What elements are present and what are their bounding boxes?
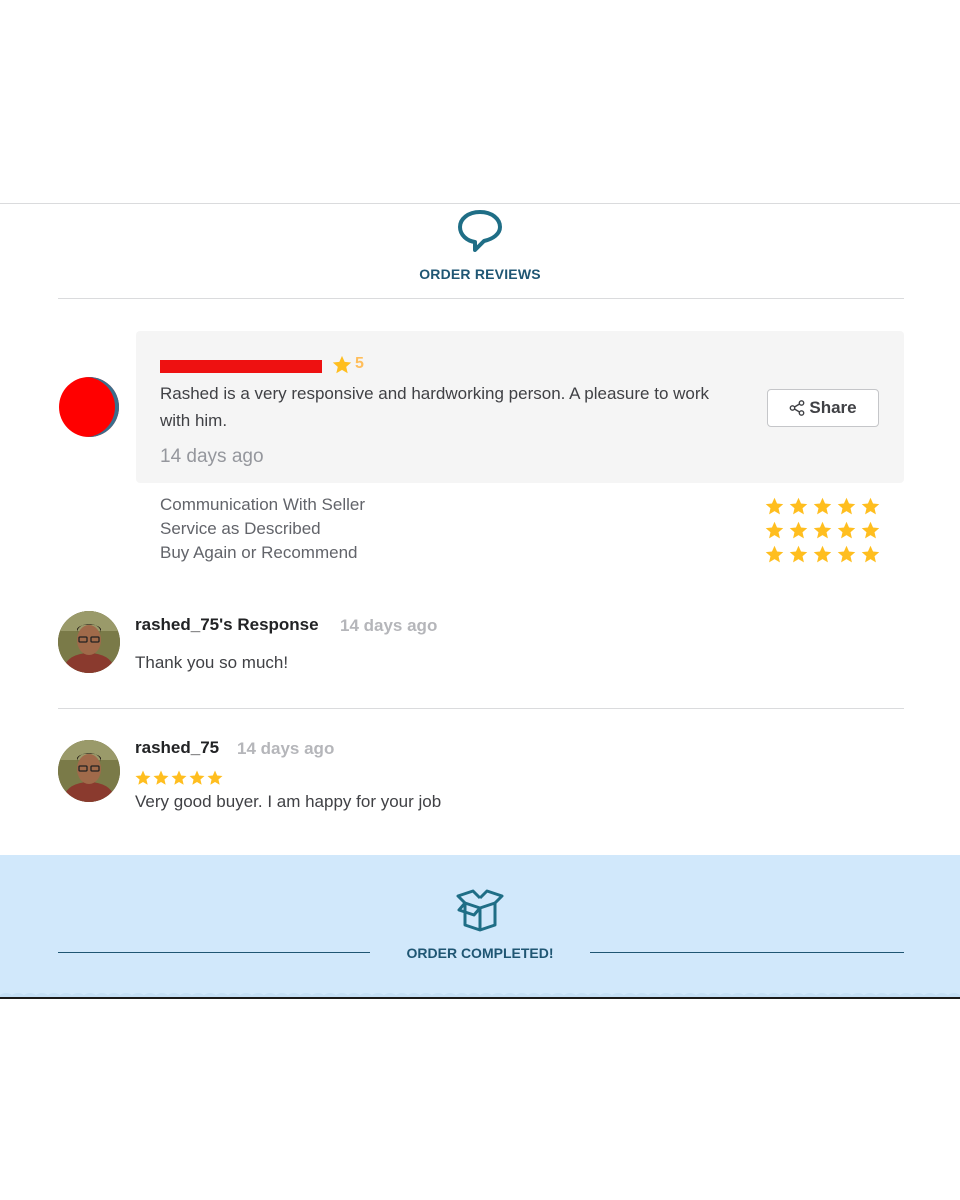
review-time: 14 days ago <box>160 446 264 467</box>
chat-bubble-icon <box>458 210 502 252</box>
seller-photo <box>58 611 120 673</box>
buyer-avatar[interactable] <box>59 377 119 437</box>
completed-divider-right <box>590 952 904 953</box>
star-icon <box>789 521 808 538</box>
wavy-edge <box>0 855 960 862</box>
header-divider <box>58 298 904 299</box>
seller-avatar[interactable] <box>58 611 120 673</box>
criteria-label: Buy Again or Recommend <box>160 543 358 562</box>
order-completed-title: ORDER COMPLETED! <box>406 945 554 961</box>
criteria-label: Service as Described <box>160 519 321 538</box>
star-icon <box>837 521 856 538</box>
seller-avatar[interactable] <box>58 740 120 802</box>
share-icon <box>789 400 805 416</box>
criteria-stars-row <box>764 518 882 542</box>
seller-review-text: Very good buyer. I am happy for your job <box>135 792 442 811</box>
star-icon <box>813 497 832 514</box>
seller-review-stars <box>134 769 224 787</box>
star-icon <box>765 497 784 514</box>
seller-response-time: 14 days ago <box>340 616 438 635</box>
star-icon <box>135 770 151 785</box>
review-text: Rashed is a very responsive and hardwork… <box>160 384 710 430</box>
share-label: Share <box>809 398 857 417</box>
seller-review-time: 14 days ago <box>237 739 335 758</box>
open-box-icon <box>456 889 504 932</box>
star-icon <box>153 770 169 785</box>
seller-review-name[interactable]: rashed_75 <box>135 738 219 758</box>
review-rating-value: 5 <box>355 355 364 372</box>
star-icon <box>861 497 880 514</box>
criteria-label: Communication With Seller <box>160 495 366 514</box>
star-icon <box>813 521 832 538</box>
star-icon <box>837 497 856 514</box>
seller-photo <box>58 740 120 802</box>
bottom-border <box>0 997 960 999</box>
star-icon <box>189 770 205 785</box>
star-icon <box>207 770 223 785</box>
order-reviews-title: ORDER REVIEWS <box>419 266 541 282</box>
star-icon <box>765 545 784 562</box>
rating-star-icon <box>332 355 352 374</box>
seller-response-text: Thank you so much! <box>135 653 289 672</box>
star-icon <box>861 521 880 538</box>
criteria-stars-row <box>764 494 882 518</box>
share-button[interactable]: Share <box>767 389 879 427</box>
star-icon <box>837 545 856 562</box>
criteria-stars-row <box>764 542 882 566</box>
section-top-divider <box>0 203 960 204</box>
rating-criteria-list: Communication With Seller Service as Des… <box>160 493 365 565</box>
seller-response-name[interactable]: rashed_75's Response <box>135 615 319 635</box>
star-icon <box>789 497 808 514</box>
star-icon <box>765 521 784 538</box>
star-icon <box>789 545 808 562</box>
criteria-star-ratings <box>764 494 882 566</box>
star-icon <box>861 545 880 562</box>
review-divider <box>58 708 904 709</box>
reviewer-name-redacted[interactable] <box>160 360 322 373</box>
star-icon <box>171 770 187 785</box>
star-icon <box>813 545 832 562</box>
